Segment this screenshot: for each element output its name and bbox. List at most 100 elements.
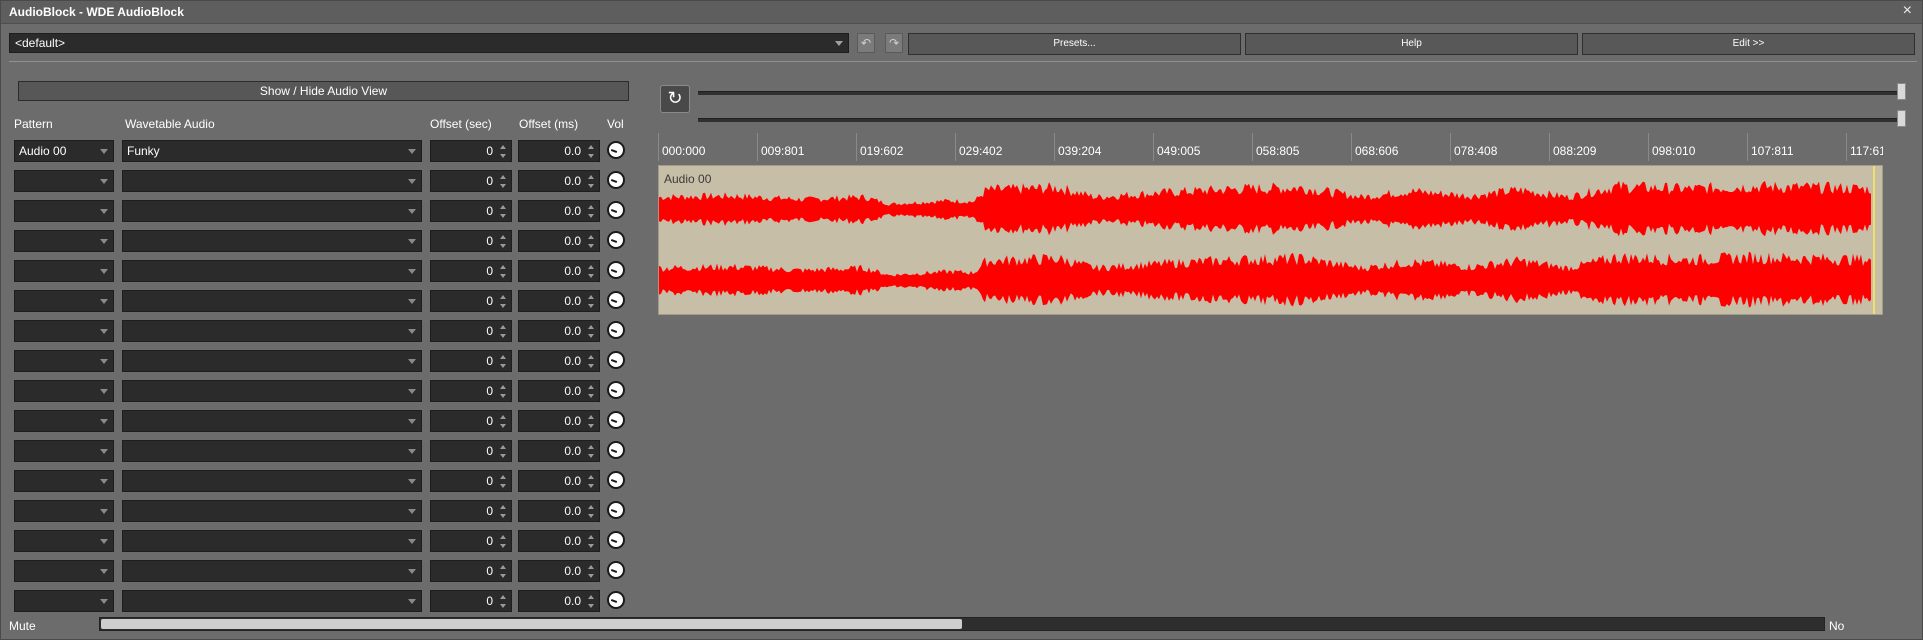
scroll-slider-track[interactable] [698, 91, 1903, 95]
edit-button[interactable]: Edit >> [1582, 33, 1915, 55]
volume-knob[interactable] [607, 411, 625, 429]
offset-ms-stepper[interactable]: 0.0 [518, 380, 600, 402]
mute-mix-slider-fill[interactable] [101, 619, 962, 629]
spin-arrows-icon[interactable] [500, 295, 508, 308]
offset-sec-stepper[interactable]: 0 [430, 290, 512, 312]
spin-arrows-icon[interactable] [588, 325, 596, 338]
wavetable-select[interactable] [122, 500, 422, 522]
offset-sec-stepper[interactable]: 0 [430, 230, 512, 252]
offset-sec-stepper[interactable]: 0 [430, 380, 512, 402]
wavetable-select[interactable] [122, 590, 422, 612]
volume-knob[interactable] [607, 471, 625, 489]
spin-arrows-icon[interactable] [500, 505, 508, 518]
offset-sec-stepper[interactable]: 0 [430, 200, 512, 222]
pattern-select[interactable] [14, 530, 114, 552]
zoom-slider-handle[interactable] [1897, 110, 1906, 127]
pattern-select[interactable] [14, 380, 114, 402]
wavetable-select[interactable] [122, 170, 422, 192]
pattern-select[interactable]: Audio 00 [14, 140, 114, 162]
spin-arrows-icon[interactable] [588, 205, 596, 218]
pattern-select[interactable] [14, 470, 114, 492]
undo-button[interactable]: ↶ [857, 33, 875, 53]
offset-ms-stepper[interactable]: 0.0 [518, 440, 600, 462]
offset-ms-stepper[interactable]: 0.0 [518, 200, 600, 222]
volume-knob[interactable] [607, 141, 625, 159]
volume-knob[interactable] [607, 591, 625, 609]
spin-arrows-icon[interactable] [500, 565, 508, 578]
spin-arrows-icon[interactable] [588, 535, 596, 548]
spin-arrows-icon[interactable] [588, 265, 596, 278]
spin-arrows-icon[interactable] [588, 565, 596, 578]
offset-ms-stepper[interactable]: 0.0 [518, 140, 600, 162]
mute-mix-slider[interactable] [99, 617, 1825, 631]
spin-arrows-icon[interactable] [500, 205, 508, 218]
volume-knob[interactable] [607, 171, 625, 189]
volume-knob[interactable] [607, 561, 625, 579]
wavetable-select[interactable] [122, 320, 422, 342]
show-hide-audio-view-button[interactable]: Show / Hide Audio View [18, 81, 629, 101]
offset-ms-stepper[interactable]: 0.0 [518, 500, 600, 522]
pattern-select[interactable] [14, 440, 114, 462]
pattern-select[interactable] [14, 260, 114, 282]
offset-sec-stepper[interactable]: 0 [430, 320, 512, 342]
pattern-select[interactable] [14, 170, 114, 192]
spin-arrows-icon[interactable] [500, 325, 508, 338]
help-button[interactable]: Help [1245, 33, 1578, 55]
offset-ms-stepper[interactable]: 0.0 [518, 170, 600, 192]
offset-sec-stepper[interactable]: 0 [430, 260, 512, 282]
wavetable-select[interactable] [122, 530, 422, 552]
close-icon[interactable]: × [1903, 2, 1912, 20]
wavetable-select[interactable] [122, 560, 422, 582]
offset-ms-stepper[interactable]: 0.0 [518, 530, 600, 552]
volume-knob[interactable] [607, 261, 625, 279]
offset-ms-stepper[interactable]: 0.0 [518, 320, 600, 342]
spin-arrows-icon[interactable] [588, 235, 596, 248]
zoom-slider-track[interactable] [698, 118, 1903, 122]
redo-button[interactable]: ↷ [885, 33, 903, 53]
volume-knob[interactable] [607, 351, 625, 369]
wavetable-select[interactable] [122, 440, 422, 462]
offset-ms-stepper[interactable]: 0.0 [518, 290, 600, 312]
wavetable-select[interactable]: Funky [122, 140, 422, 162]
spin-arrows-icon[interactable] [500, 265, 508, 278]
offset-ms-stepper[interactable]: 0.0 [518, 470, 600, 492]
volume-knob[interactable] [607, 441, 625, 459]
volume-knob[interactable] [607, 201, 625, 219]
offset-sec-stepper[interactable]: 0 [430, 140, 512, 162]
wavetable-select[interactable] [122, 470, 422, 492]
spin-arrows-icon[interactable] [588, 145, 596, 158]
pattern-select[interactable] [14, 320, 114, 342]
offset-ms-stepper[interactable]: 0.0 [518, 260, 600, 282]
offset-sec-stepper[interactable]: 0 [430, 170, 512, 192]
spin-arrows-icon[interactable] [500, 145, 508, 158]
spin-arrows-icon[interactable] [588, 175, 596, 188]
waveform-view[interactable]: Audio 00 [658, 165, 1883, 315]
wavetable-select[interactable] [122, 410, 422, 432]
offset-ms-stepper[interactable]: 0.0 [518, 350, 600, 372]
volume-knob[interactable] [607, 501, 625, 519]
wavetable-select[interactable] [122, 230, 422, 252]
offset-ms-stepper[interactable]: 0.0 [518, 230, 600, 252]
wavetable-select[interactable] [122, 200, 422, 222]
spin-arrows-icon[interactable] [588, 385, 596, 398]
offset-sec-stepper[interactable]: 0 [430, 560, 512, 582]
spin-arrows-icon[interactable] [588, 505, 596, 518]
offset-ms-stepper[interactable]: 0.0 [518, 590, 600, 612]
presets-button[interactable]: Presets... [908, 33, 1241, 55]
offset-ms-stepper[interactable]: 0.0 [518, 410, 600, 432]
spin-arrows-icon[interactable] [500, 385, 508, 398]
timeline-ruler[interactable]: 000:000 009:801 019:602 029:402 039:204 049:0… [658, 133, 1883, 165]
pattern-select[interactable] [14, 410, 114, 432]
pattern-select[interactable] [14, 590, 114, 612]
pattern-select[interactable] [14, 200, 114, 222]
wavetable-select[interactable] [122, 350, 422, 372]
refresh-button[interactable]: ↻ [660, 85, 690, 113]
volume-knob[interactable] [607, 381, 625, 399]
pattern-select[interactable] [14, 230, 114, 252]
offset-ms-stepper[interactable]: 0.0 [518, 560, 600, 582]
spin-arrows-icon[interactable] [500, 475, 508, 488]
spin-arrows-icon[interactable] [500, 445, 508, 458]
offset-sec-stepper[interactable]: 0 [430, 500, 512, 522]
pattern-select[interactable] [14, 500, 114, 522]
volume-knob[interactable] [607, 291, 625, 309]
